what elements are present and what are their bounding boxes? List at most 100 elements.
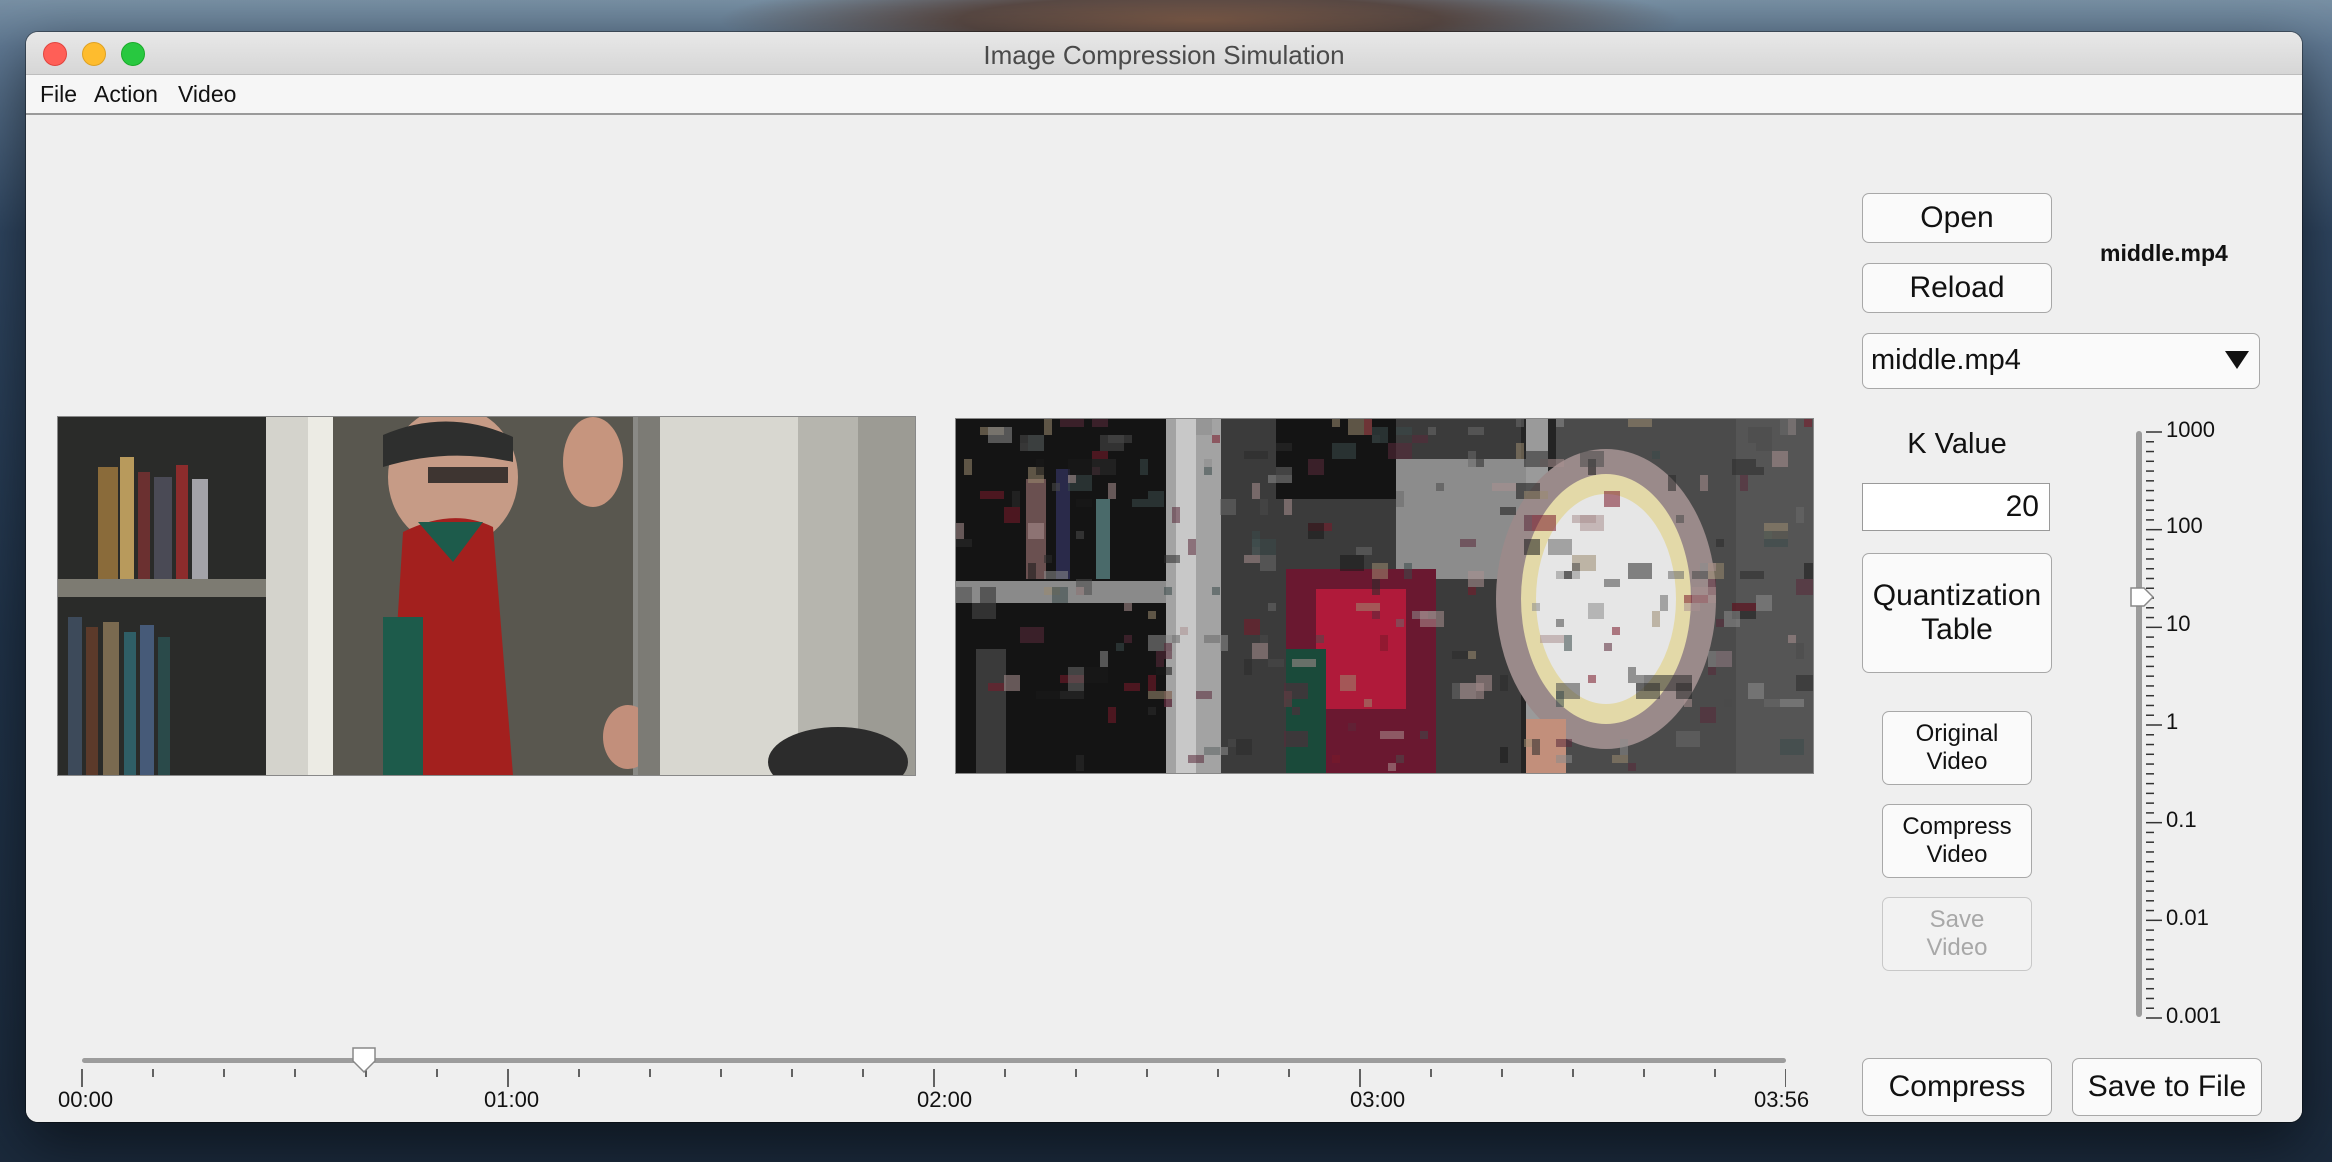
- compression-block: [1396, 427, 1412, 435]
- quantization-table-button[interactable]: Quantization Table: [1862, 553, 2052, 673]
- compression-block: [1220, 635, 1228, 651]
- compress-button[interactable]: Compress: [1862, 1058, 2052, 1116]
- compression-block: [1188, 755, 1204, 763]
- compression-block: [1732, 459, 1756, 475]
- compression-block: [1788, 635, 1796, 643]
- save-to-file-button[interactable]: Save to File: [2072, 1058, 2262, 1116]
- time-label-1min: 01:00: [484, 1087, 540, 1112]
- compression-block: [1252, 539, 1276, 555]
- compression-block: [1628, 563, 1652, 579]
- k-tick-label-100: 100: [2166, 513, 2203, 538]
- compression-block: [1468, 427, 1484, 435]
- compression-block: [1780, 699, 1804, 707]
- compress-video-button[interactable]: Compress Video: [1882, 804, 2032, 878]
- compression-block: [1716, 539, 1724, 547]
- compression-block: [1044, 571, 1068, 579]
- compression-block: [1692, 587, 1716, 603]
- compression-block: [1268, 603, 1276, 611]
- compression-block: [1004, 675, 1020, 691]
- compression-block: [1500, 747, 1508, 763]
- k-tick-label-1: 1: [2166, 709, 2179, 734]
- compression-block: [1564, 571, 1572, 579]
- compression-block: [1244, 619, 1260, 635]
- compression-block: [980, 587, 996, 603]
- compression-block: [1804, 563, 1813, 579]
- compression-block: [1236, 739, 1252, 755]
- menu-action[interactable]: Action: [94, 81, 158, 108]
- compression-block: [1292, 659, 1316, 667]
- compression-block: [1028, 563, 1036, 579]
- compression-block: [1228, 739, 1236, 747]
- file-select-dropdown[interactable]: middle.mp4: [1862, 333, 2260, 389]
- k-slider-handle[interactable]: [2130, 587, 2155, 607]
- k-value-input[interactable]: [1862, 483, 2050, 531]
- compression-block: [1164, 587, 1172, 595]
- menu-video[interactable]: Video: [178, 81, 236, 108]
- compression-block: [1244, 451, 1268, 459]
- compression-block: [1196, 419, 1212, 435]
- menu-file[interactable]: File: [40, 81, 77, 108]
- compression-block: [1260, 499, 1268, 515]
- compression-block: [1052, 587, 1068, 603]
- compression-block: [1340, 675, 1356, 691]
- compression-block: [1044, 555, 1052, 563]
- original-video-button[interactable]: Original Video: [1882, 711, 2032, 785]
- compression-block: [1556, 419, 1564, 427]
- compression-block: [980, 491, 1004, 499]
- compression-block: [1212, 435, 1220, 443]
- reload-button[interactable]: Reload: [1862, 263, 2052, 313]
- compression-block: [1620, 739, 1628, 755]
- open-button[interactable]: Open: [1862, 193, 2052, 243]
- compression-block: [1292, 707, 1300, 715]
- compression-block: [1036, 459, 1044, 475]
- compression-block: [1156, 667, 1172, 675]
- save-video-button[interactable]: Save Video: [1882, 897, 2032, 971]
- compression-block: [1548, 539, 1572, 555]
- compression-block: [1340, 555, 1364, 571]
- compression-block: [1092, 419, 1108, 427]
- compression-block: [1612, 627, 1620, 635]
- compression-block: [1156, 651, 1164, 667]
- compression-block: [1532, 739, 1540, 755]
- compression-block: [1460, 539, 1476, 547]
- compression-block: [1252, 483, 1260, 499]
- compression-block: [1036, 691, 1060, 699]
- compression-block: [988, 427, 1012, 443]
- compression-block: [1372, 563, 1388, 579]
- compression-block: [1468, 571, 1484, 587]
- compression-block: [1524, 451, 1548, 467]
- compression-block: [1308, 523, 1324, 539]
- compression-block: [1204, 467, 1212, 475]
- compression-block: [1172, 635, 1180, 643]
- compression-block: [1204, 635, 1220, 643]
- compression-block: [1060, 691, 1084, 699]
- compression-block: [1764, 531, 1788, 547]
- compression-block: [1524, 539, 1540, 555]
- main-content: Open middle.mp4 Reload middle.mp4 K Valu…: [26, 115, 2302, 1122]
- compression-block: [1628, 667, 1636, 683]
- compression-block: [1524, 739, 1532, 747]
- compression-block: [1564, 635, 1572, 651]
- compression-block: [1132, 499, 1148, 507]
- compression-block: [1668, 475, 1676, 491]
- compression-block: [1116, 643, 1124, 651]
- compression-block: [1572, 515, 1596, 523]
- compression-block: [1212, 587, 1220, 595]
- compression-block: [1332, 443, 1356, 459]
- compression-block: [1108, 707, 1116, 723]
- timeline-handle[interactable]: [351, 1047, 376, 1074]
- compression-block: [1740, 571, 1764, 579]
- compression-block: [1404, 563, 1412, 579]
- k-value-slider[interactable]: 1000 100 10 1 0.1 0.01 0.001: [2116, 417, 2221, 1028]
- compression-block: [1372, 611, 1380, 619]
- compression-block: [1452, 651, 1468, 659]
- compression-block: [1476, 459, 1484, 467]
- timeline-slider[interactable]: 00:00 01:00 02:00 03:00 03:56: [58, 1045, 1809, 1122]
- compression-block: [1308, 459, 1324, 475]
- k-tick-label-10: 10: [2166, 611, 2191, 636]
- compression-block: [1076, 531, 1084, 539]
- compression-block: [1396, 491, 1404, 507]
- compression-block: [1148, 675, 1156, 691]
- compress-video-line1: Compress: [1902, 813, 2012, 841]
- compression-block: [1124, 603, 1132, 611]
